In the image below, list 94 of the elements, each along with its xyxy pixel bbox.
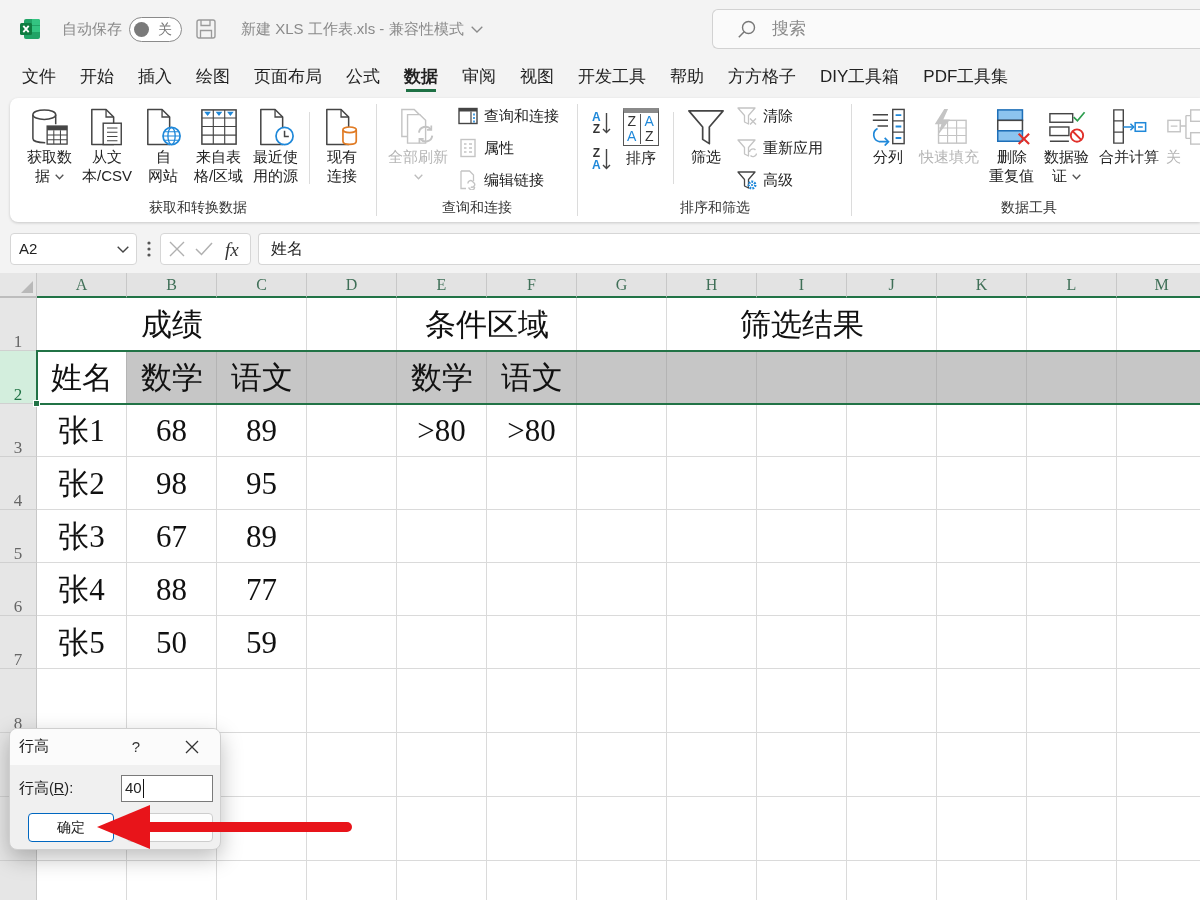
row-header[interactable]: 7 — [0, 616, 37, 669]
globe-document-icon — [144, 108, 182, 146]
query-pane-icon — [458, 106, 478, 126]
column-header[interactable]: M — [1117, 273, 1200, 298]
data-validation-button[interactable]: 数据验 证 — [1041, 104, 1092, 185]
down-arrow-icon — [601, 112, 611, 134]
existing-connections-button[interactable]: 现有 连接 — [318, 104, 367, 185]
cell-value[interactable]: 数学 — [127, 351, 217, 403]
from-text-button[interactable]: 从文 本/CSV — [79, 104, 135, 185]
autosave-label: 自动保存 — [62, 18, 122, 39]
chevron-down-icon[interactable] — [1071, 174, 1081, 181]
get-data-button[interactable]: 获取数 据 — [24, 104, 75, 185]
row-height-field[interactable]: 40 — [121, 775, 213, 802]
down-arrow-icon — [601, 148, 611, 170]
group-label: 数据工具 — [1000, 198, 1058, 216]
dialog-title: 行高 — [19, 737, 49, 757]
save-icon[interactable] — [196, 19, 216, 39]
ok-button[interactable]: 确定 — [28, 813, 114, 842]
text-to-columns-button[interactable]: 分列 — [864, 104, 912, 166]
column-header[interactable]: A — [37, 273, 127, 298]
funnel-refresh-icon — [736, 138, 757, 158]
ribbon-tab[interactable]: 开发工具 — [566, 58, 658, 95]
close-icon — [185, 740, 199, 754]
ribbon-tab[interactable]: 开始 — [68, 58, 126, 95]
ribbon-tab[interactable]: 视图 — [508, 58, 566, 95]
fill-handle[interactable] — [33, 400, 40, 407]
funnel-clear-icon — [736, 106, 757, 126]
insert-function-button[interactable]: fx — [223, 239, 241, 259]
name-box[interactable]: A2 — [10, 233, 137, 265]
row-header[interactable]: 4 — [0, 457, 37, 510]
table-icon — [199, 108, 238, 146]
from-table-button[interactable]: 来自表 格/区域 — [191, 104, 247, 185]
column-header[interactable]: E — [397, 273, 487, 298]
row-header[interactable]: 1 — [0, 298, 37, 351]
ribbon-tab[interactable]: 审阅 — [450, 58, 508, 95]
link-document-icon — [458, 170, 478, 190]
row-header[interactable]: 3 — [0, 404, 37, 457]
search-field[interactable]: 搜索 — [712, 9, 1200, 49]
check-icon[interactable] — [195, 242, 213, 256]
consolidate-button[interactable]: 合并计算 — [1096, 104, 1162, 166]
sort-descending-button[interactable]: Z A — [590, 146, 613, 172]
group-label: 查询和连接 — [441, 198, 513, 216]
funnel-icon — [686, 108, 725, 146]
column-header[interactable]: C — [217, 273, 307, 298]
triangle-icon — [21, 281, 33, 293]
ribbon-tab[interactable]: 插入 — [126, 58, 184, 95]
more-options-icon[interactable] — [147, 241, 151, 257]
column-header[interactable]: D — [307, 273, 397, 298]
group-label: 获取和转换数据 — [148, 198, 248, 216]
queries-connections-button[interactable]: 查询和连接 — [455, 104, 562, 128]
properties-icon — [458, 138, 478, 158]
column-header[interactable]: F — [487, 273, 577, 298]
cell-value[interactable]: 语文 — [487, 351, 577, 403]
formula-field[interactable]: 姓名 — [258, 233, 1200, 265]
cell-value[interactable]: 语文 — [217, 351, 307, 403]
column-header[interactable]: B — [127, 273, 217, 298]
advanced-filter-button[interactable]: 高级 — [733, 168, 826, 192]
row-height-label: 行高(R): — [19, 778, 74, 798]
row-header[interactable]: 2 — [0, 351, 37, 404]
ribbon-tab[interactable]: 方方格子 — [716, 58, 808, 95]
ribbon-tab[interactable]: 公式 — [334, 58, 392, 95]
column-header[interactable]: J — [847, 273, 937, 298]
consolidate-icon — [1110, 108, 1148, 146]
autosave-toggle[interactable]: 关 — [129, 16, 182, 42]
help-button[interactable]: ? — [127, 735, 144, 759]
chevron-down-icon[interactable] — [54, 174, 64, 181]
recent-sources-button[interactable]: 最近使 用的源 — [250, 104, 302, 185]
sort-ascending-button[interactable]: A Z — [590, 110, 613, 136]
ribbon-tab[interactable]: 绘图 — [184, 58, 242, 95]
ribbon-tab[interactable]: PDF工具集 — [911, 58, 1021, 95]
column-header[interactable]: H — [667, 273, 757, 298]
ribbon-tab[interactable]: 帮助 — [658, 58, 716, 95]
database-table-icon — [30, 108, 69, 146]
from-web-button[interactable]: 自 网站 — [139, 104, 187, 185]
ribbon-tab[interactable]: DIY工具箱 — [808, 58, 912, 95]
column-header[interactable]: I — [757, 273, 847, 298]
cell-value[interactable]: 姓名 — [37, 351, 127, 403]
search-icon — [738, 20, 756, 38]
sort-button[interactable]: Z A A Z 排序 — [616, 104, 665, 167]
sort-order-tile: Z A A Z — [622, 108, 659, 146]
column-header[interactable]: L — [1027, 273, 1117, 298]
remove-duplicates-button[interactable]: 删除 重复值 — [986, 104, 1037, 185]
row-header[interactable]: 6 — [0, 563, 37, 616]
chevron-down-icon[interactable] — [117, 245, 129, 253]
funnel-gear-icon — [736, 170, 757, 190]
column-header[interactable]: K — [937, 273, 1027, 298]
column-header[interactable]: G — [577, 273, 667, 298]
filter-button[interactable]: 筛选 — [681, 104, 730, 166]
ribbon-tab[interactable]: 文件 — [10, 58, 68, 95]
row-header[interactable]: 5 — [0, 510, 37, 563]
cell-value[interactable]: 数学 — [397, 351, 487, 403]
group-label: 排序和筛选 — [678, 198, 751, 216]
ribbon-tab[interactable]: 页面布局 — [242, 58, 334, 95]
spreadsheet-app-icon[interactable] — [20, 19, 40, 39]
